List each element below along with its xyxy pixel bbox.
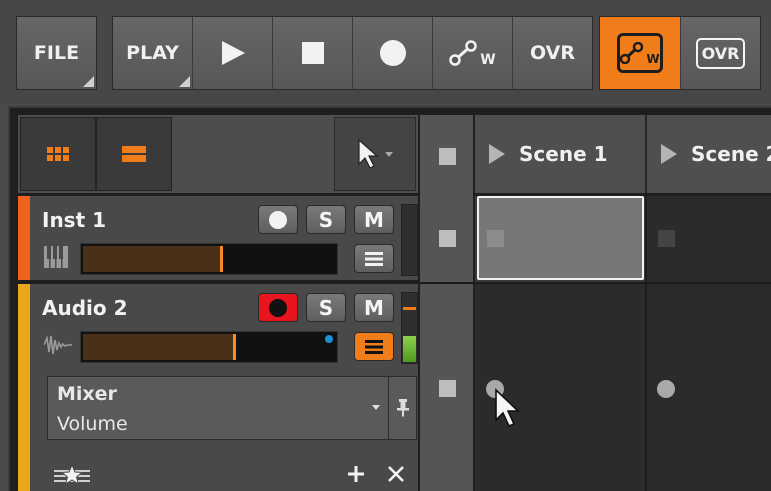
mute-label: M xyxy=(364,295,384,320)
track-header-inst-1[interactable]: Inst 1 S M xyxy=(18,196,418,280)
solo-label: S xyxy=(318,207,334,232)
automation-write-icon xyxy=(449,40,478,66)
scene-2-header[interactable]: Scene 2 xyxy=(647,115,771,193)
stop-all-button[interactable] xyxy=(439,148,456,165)
close-icon[interactable] xyxy=(388,466,404,482)
clip-slot-inst-1-scene-1[interactable] xyxy=(475,196,647,282)
solo-button[interactable]: S xyxy=(306,293,346,322)
piano-icon xyxy=(44,246,68,268)
track-menu-button[interactable] xyxy=(354,244,394,273)
track-color-strip xyxy=(18,284,30,491)
automation-write-label: W xyxy=(480,52,496,68)
track-menu-button[interactable] xyxy=(354,332,394,361)
scene-1-label: Scene 1 xyxy=(519,142,608,166)
record-arm-button[interactable] xyxy=(258,293,298,322)
device-parameter-panel[interactable]: Mixer Volume xyxy=(47,376,417,440)
menu-icon xyxy=(365,251,383,266)
automation-write-frame: W xyxy=(617,33,663,73)
device-parameter: Volume xyxy=(57,413,128,435)
volume-fader[interactable] xyxy=(80,243,338,275)
clip-launcher-panel: Scene 1 Scene 2 Inst 1 S M Audio 2 S M M… xyxy=(8,106,771,491)
track-header-audio-2[interactable]: Audio 2 S M Mixer Volume xyxy=(18,284,418,491)
chevron-down-icon xyxy=(385,151,393,157)
volume-fader-handle[interactable] xyxy=(232,334,236,360)
scene-launch-icon xyxy=(489,144,505,164)
transport-bar: FILE PLAY W OVR W OVR xyxy=(0,0,771,104)
record-arm-button[interactable] xyxy=(258,205,298,234)
chevron-down-icon[interactable] xyxy=(372,405,380,410)
volume-fill xyxy=(83,334,233,360)
overdub-label: OVR xyxy=(530,42,575,64)
mouse-cursor-icon xyxy=(495,388,520,428)
mute-button[interactable]: M xyxy=(354,205,394,234)
transport-controls: PLAY W OVR xyxy=(112,16,593,90)
launcher-w-label: W xyxy=(646,52,660,66)
automation-write-button[interactable]: W xyxy=(433,17,513,89)
track-name: Audio 2 xyxy=(42,296,128,320)
launcher-automation-write-button[interactable]: W xyxy=(600,17,681,89)
volume-fader[interactable] xyxy=(80,331,338,363)
track-name: Inst 1 xyxy=(42,208,107,232)
play-button[interactable] xyxy=(193,17,273,89)
grid-view-icon xyxy=(47,147,69,161)
record-slot-icon xyxy=(657,380,675,398)
file-button[interactable]: FILE xyxy=(16,16,97,90)
pin-button[interactable] xyxy=(388,377,417,439)
record-icon xyxy=(379,40,406,66)
list-view-button[interactable] xyxy=(96,117,172,191)
list-view-icon xyxy=(122,146,146,162)
play-menu-button[interactable]: PLAY xyxy=(113,17,193,89)
volume-fader-handle[interactable] xyxy=(220,246,224,272)
mute-label: M xyxy=(364,207,384,232)
track-stop-button-audio-2[interactable] xyxy=(439,380,456,397)
dropdown-corner-icon xyxy=(179,76,190,87)
empty-slot-icon xyxy=(658,230,675,247)
stop-icon xyxy=(301,42,324,64)
tool-selector[interactable] xyxy=(334,117,416,191)
record-arm-icon xyxy=(269,298,287,317)
pin-icon xyxy=(397,399,409,417)
automation-write-icon xyxy=(620,42,644,64)
add-icon[interactable] xyxy=(348,466,364,482)
launcher-overdub-button[interactable]: OVR xyxy=(681,17,760,89)
menu-icon xyxy=(365,339,383,354)
file-button-label: FILE xyxy=(33,42,80,64)
play-icon xyxy=(221,41,245,65)
dropdown-corner-icon xyxy=(83,76,94,87)
record-arm-icon xyxy=(269,210,287,229)
empty-slot-icon xyxy=(487,230,504,247)
clip-slot-inst-1-scene-2[interactable] xyxy=(647,196,771,282)
scene-launch-icon xyxy=(661,144,677,164)
cue-indicator xyxy=(325,335,333,343)
track-stop-button-inst-1[interactable] xyxy=(439,230,456,247)
launcher-record-controls: W OVR xyxy=(599,16,761,90)
level-meter xyxy=(401,292,418,364)
overdub-button[interactable]: OVR xyxy=(513,17,592,89)
mute-button[interactable]: M xyxy=(354,293,394,322)
play-menu-label: PLAY xyxy=(126,42,179,64)
pointer-tool-icon xyxy=(358,138,379,169)
grid-view-button[interactable] xyxy=(20,117,96,191)
launcher-overdub-label: OVR xyxy=(695,37,746,69)
scene-1-header[interactable]: Scene 1 xyxy=(475,115,647,193)
volume-fill xyxy=(83,246,221,272)
stop-button[interactable] xyxy=(273,17,353,89)
level-meter xyxy=(401,204,418,276)
meter-level xyxy=(403,336,416,362)
clip-slot-audio-2-scene-2[interactable] xyxy=(647,284,771,491)
track-color-strip xyxy=(18,196,30,280)
solo-label: S xyxy=(318,295,334,320)
stop-column xyxy=(420,115,473,491)
solo-button[interactable]: S xyxy=(306,205,346,234)
favorites-icon[interactable] xyxy=(54,464,90,486)
device-name: Mixer xyxy=(57,383,117,405)
record-button[interactable] xyxy=(353,17,433,89)
meter-peak xyxy=(403,307,416,310)
scene-2-label: Scene 2 xyxy=(691,142,771,166)
track-header-toolbar xyxy=(18,115,418,193)
waveform-icon xyxy=(44,335,72,355)
